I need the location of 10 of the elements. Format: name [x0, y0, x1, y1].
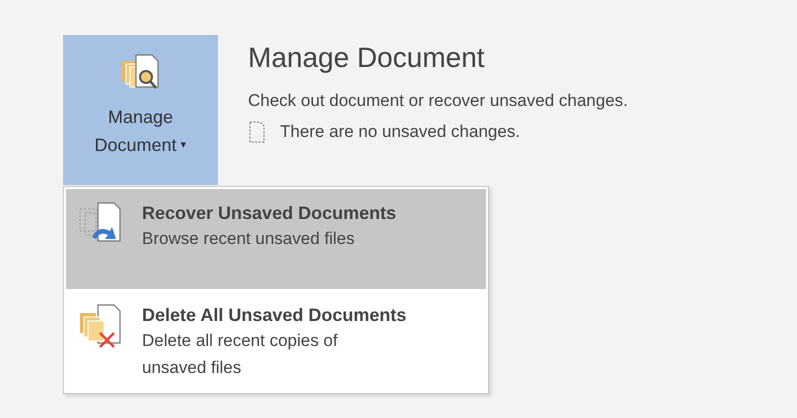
manage-document-button[interactable]: Manage Document ▾ — [63, 35, 218, 185]
menu-item[interactable]: Recover Unsaved Documents Browse recent unsaved files — [66, 189, 486, 289]
status-text: There are no unsaved changes. — [280, 121, 520, 143]
section-title: Manage Document — [248, 41, 486, 75]
menu-item-title: Recover Unsaved Documents — [142, 202, 398, 225]
menu-item-title: Delete All Unsaved Documents — [142, 304, 406, 327]
menu-item-subtitle: Browse recent unsaved files — [142, 228, 356, 250]
document-icon — [248, 120, 266, 143]
menu-item-subtitle: Delete all recent copies of unsaved files — [142, 330, 339, 379]
section-description: Check out document or recover unsaved changes. — [248, 90, 628, 112]
